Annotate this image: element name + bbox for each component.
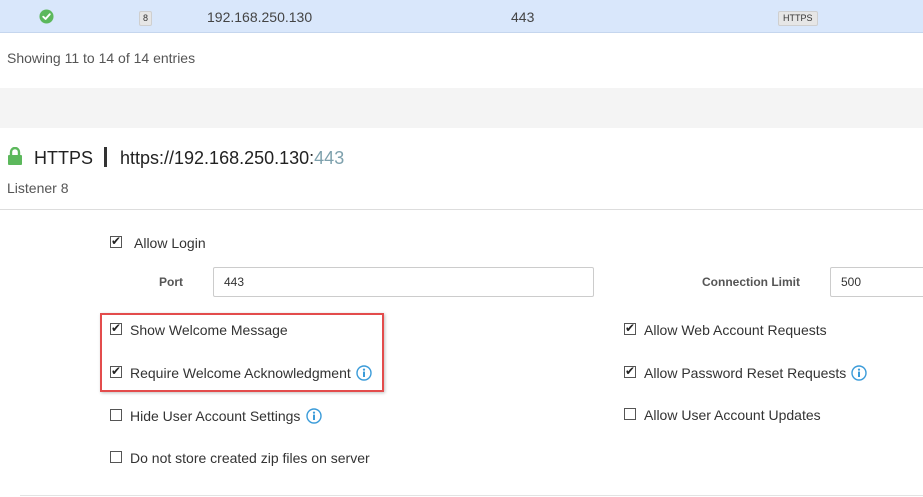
listener-url: https://192.168.250.130:443 (120, 148, 344, 169)
allow-login-label: Allow Login (134, 235, 206, 251)
listener-protocol-title: HTTPS (34, 148, 94, 168)
listener-url-port: 443 (314, 148, 345, 168)
info-icon[interactable] (306, 408, 322, 424)
check-circle-icon (39, 9, 54, 24)
info-icon[interactable] (851, 365, 867, 381)
listener-url-base: https://192.168.250.130: (120, 148, 315, 168)
connection-limit-label: Connection Limit (702, 275, 800, 289)
bottom-divider (20, 495, 923, 496)
listener-number-badge: 8 (139, 11, 153, 26)
cell-port: 443 (511, 9, 535, 25)
title-divider (104, 147, 107, 167)
allow-web-requests-label: Allow Web Account Requests (644, 322, 827, 338)
no-store-zip-checkbox[interactable] (110, 451, 122, 463)
entries-info: Showing 11 to 14 of 14 entries (7, 50, 196, 66)
port-input[interactable]: 443 (213, 267, 594, 297)
hide-user-settings-checkbox[interactable] (110, 409, 122, 421)
allow-user-updates-label: Allow User Account Updates (644, 407, 821, 423)
port-label: Port (159, 275, 183, 289)
hide-user-settings-label: Hide User Account Settings (130, 408, 301, 424)
no-store-zip-label: Do not store created zip files on server (130, 450, 370, 466)
listener-subtitle: Listener 8 (7, 180, 69, 196)
allow-password-reset-checkbox[interactable] (624, 364, 636, 378)
lock-icon (8, 147, 22, 165)
cell-ip: 192.168.250.130 (207, 9, 313, 25)
allow-login-checkbox[interactable] (110, 234, 122, 248)
connection-limit-input[interactable]: 500 (830, 267, 923, 297)
highlight-box (100, 313, 384, 392)
protocol-badge: HTTPS (778, 11, 818, 26)
section-separator (0, 88, 923, 128)
header-divider (0, 209, 923, 210)
allow-web-requests-checkbox[interactable] (624, 321, 636, 335)
allow-password-reset-label: Allow Password Reset Requests (644, 365, 847, 381)
allow-user-updates-checkbox[interactable] (624, 408, 636, 420)
